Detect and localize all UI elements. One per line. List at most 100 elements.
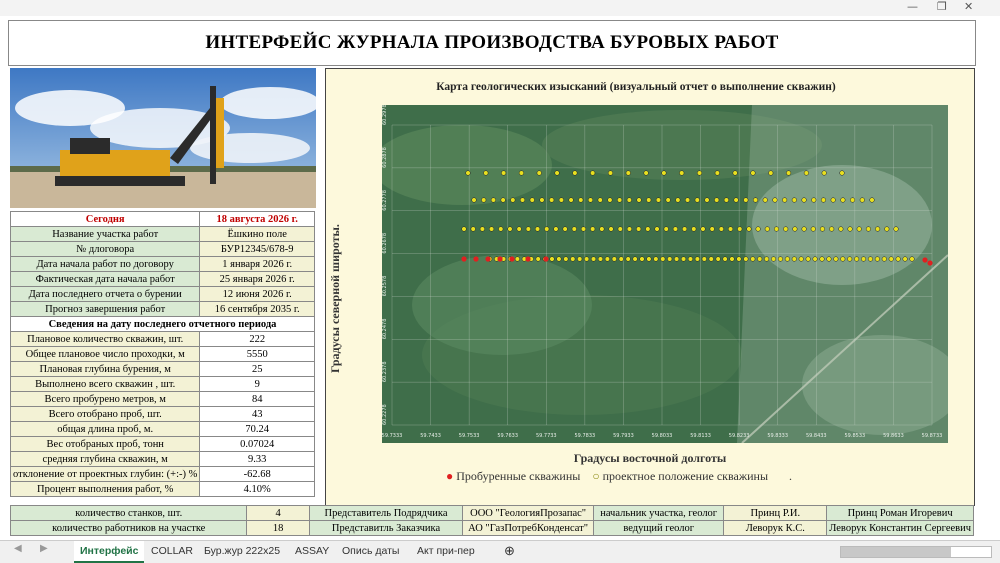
info-label[interactable]: Дата начала работ по договору <box>9 256 201 272</box>
stat-value[interactable]: 5550 <box>199 346 315 362</box>
customer-full-name[interactable]: Леворук Константин Сергеевич <box>826 520 974 536</box>
project-well-point <box>597 256 604 262</box>
stat-row: общая длина проб, м. 70.24 <box>9 421 315 437</box>
stat-row: Плановое количество скважин, шт. 222 <box>9 331 315 347</box>
info-value[interactable]: БУР12345/678-9 <box>199 241 315 257</box>
stat-label[interactable]: Выполнено всего скважин , шт. <box>9 376 201 392</box>
project-well-point <box>682 226 688 232</box>
worksheet: ИНТЕРФЕЙС ЖУРНАЛА ПРОИЗВОДСТВА БУРОВЫХ Р… <box>0 16 1000 540</box>
customer-short-name[interactable]: Леворук К.С. <box>723 520 828 536</box>
info-value[interactable]: 25 января 2026 г. <box>199 271 315 287</box>
stat-value[interactable]: 9.33 <box>199 451 315 467</box>
horizontal-scrollbar[interactable] <box>840 546 992 558</box>
project-well-point <box>840 256 846 262</box>
tab-scroll-right-icon[interactable]: ▶ <box>40 543 48 554</box>
stat-value[interactable]: 4.10% <box>199 481 315 497</box>
contractor-company[interactable]: ООО "ГеологияПрозапас" <box>462 505 594 521</box>
project-well-point <box>819 226 826 232</box>
stat-value[interactable]: 70.24 <box>199 421 315 437</box>
stat-label[interactable]: Плановое количество скважин, шт. <box>9 331 201 347</box>
map-legend: ● Пробуренные скважины ○ проектное полож… <box>446 469 792 484</box>
tab-interface[interactable]: Интерфейс <box>74 541 145 563</box>
map-chart-panel[interactable]: Карта геологических изысканий (визуальны… <box>325 68 975 506</box>
stat-label[interactable]: Процент выполнения работ, % <box>9 481 201 497</box>
info-label[interactable]: Дата последнего отчета о бурении <box>9 286 201 302</box>
project-well-point <box>618 256 624 262</box>
project-well-point <box>826 256 832 262</box>
info-label[interactable]: Фактическая дата начала работ <box>9 271 201 287</box>
info-value[interactable]: 1 января 2026 г. <box>199 256 315 272</box>
stat-value[interactable]: -62.68 <box>199 466 315 482</box>
stat-label[interactable]: Плановая глубина бурения, м <box>9 361 201 377</box>
project-well-point <box>847 256 853 262</box>
stat-value[interactable]: 222 <box>199 331 315 347</box>
minimize-icon[interactable]: — <box>907 0 918 13</box>
project-well-point <box>755 226 761 232</box>
workers-label[interactable]: количество работников на участке <box>9 520 248 536</box>
project-well-point <box>519 197 526 203</box>
x-tick-label: 59.7633 <box>497 433 518 439</box>
info-value[interactable]: 12 июня 2026 г. <box>199 286 315 302</box>
contractor-short-name[interactable]: Принц Р.И. <box>723 505 828 521</box>
stat-label[interactable]: отклонение от проектных глубин: (+:-) % <box>9 466 201 482</box>
info-label[interactable]: Название участка работ <box>9 226 201 242</box>
y-tick-label: 60.2478 <box>382 319 388 340</box>
workers-value[interactable]: 18 <box>246 520 310 536</box>
customer-company[interactable]: АО "ГазПотребКонденсат" <box>462 520 594 536</box>
tab-akt[interactable]: Акт при-пер <box>411 541 481 561</box>
contractor-position[interactable]: начальник участка, геолог <box>592 505 725 521</box>
stat-value[interactable]: 43 <box>199 406 315 422</box>
legend-project: проектное положение скважины <box>602 469 769 483</box>
info-label[interactable]: № длоговора <box>9 241 201 257</box>
stat-row: средняя глубина скважин, м 9.33 <box>9 451 315 467</box>
customer-role[interactable]: Представитль Заказчика <box>308 520 464 536</box>
project-well-point <box>643 170 649 176</box>
stat-label[interactable]: средняя глубина скважин, м <box>9 451 201 467</box>
tab-collar[interactable]: COLLAR <box>145 541 199 561</box>
project-well-point <box>715 256 721 262</box>
tab-assay[interactable]: ASSAY <box>289 541 335 561</box>
drilled-marker-icon: ● <box>446 469 454 483</box>
project-well-point <box>479 226 485 232</box>
info-row: Дата последнего отчета о бурении 12 июня … <box>9 286 315 302</box>
stat-label[interactable]: общая длина проб, м. <box>9 421 201 437</box>
project-marker-icon: ○ <box>592 469 600 483</box>
info-value[interactable]: 16 сентября 2035 г. <box>199 301 315 317</box>
restore-icon[interactable]: ❐ <box>937 0 947 13</box>
stat-value[interactable]: 9 <box>199 376 315 392</box>
project-well-point <box>770 256 777 262</box>
project-well-point <box>471 197 477 203</box>
tab-scroll-left-icon[interactable]: ◀ <box>14 543 22 554</box>
info-row: Дата начала работ по договору 1 января 20… <box>9 256 315 272</box>
stat-label[interactable]: Всего отобрано проб, шт. <box>9 406 201 422</box>
drilled-well-point <box>485 256 491 262</box>
contractor-full-name[interactable]: Принц Роман Игоревич <box>826 505 974 521</box>
project-well-point <box>597 197 603 203</box>
drilled-well-point <box>525 256 531 262</box>
project-well-point <box>696 170 703 176</box>
close-icon[interactable]: ✕ <box>964 0 973 13</box>
stat-value[interactable]: 0.07024 <box>199 436 315 452</box>
machines-label[interactable]: количество станков, шт. <box>9 505 248 521</box>
tab-opis-daty[interactable]: Опись даты <box>336 541 405 561</box>
project-well-point <box>893 226 899 232</box>
info-label[interactable]: Прогноз завершения работ <box>9 301 201 317</box>
stat-label[interactable]: Общее плановое число проходки, м <box>9 346 201 362</box>
stat-value[interactable]: 25 <box>199 361 315 377</box>
project-well-point <box>701 256 707 262</box>
stat-value[interactable]: 84 <box>199 391 315 407</box>
terrain-patch <box>412 255 592 355</box>
contractor-role[interactable]: Представитель Подрядчика <box>308 505 464 521</box>
add-sheet-icon[interactable]: ⊕ <box>498 541 521 561</box>
tab-bur-journal[interactable]: Бур.жур 222x25 <box>198 541 286 561</box>
project-well-point <box>607 170 614 176</box>
info-value[interactable]: Ёшкино поле <box>199 226 315 242</box>
stat-label[interactable]: Всего пробурено метров, м <box>9 391 201 407</box>
map-svg: 59.7333 59.7433 59.7533 59.7633 59.7733 59.78… <box>382 105 948 443</box>
project-well-point <box>687 256 694 262</box>
project-well-point <box>481 197 487 203</box>
project-well-point <box>563 256 569 262</box>
machines-value[interactable]: 4 <box>246 505 310 521</box>
customer-position[interactable]: ведущий геолог <box>592 520 725 536</box>
stat-label[interactable]: Вес отобраных проб, тонн <box>9 436 201 452</box>
